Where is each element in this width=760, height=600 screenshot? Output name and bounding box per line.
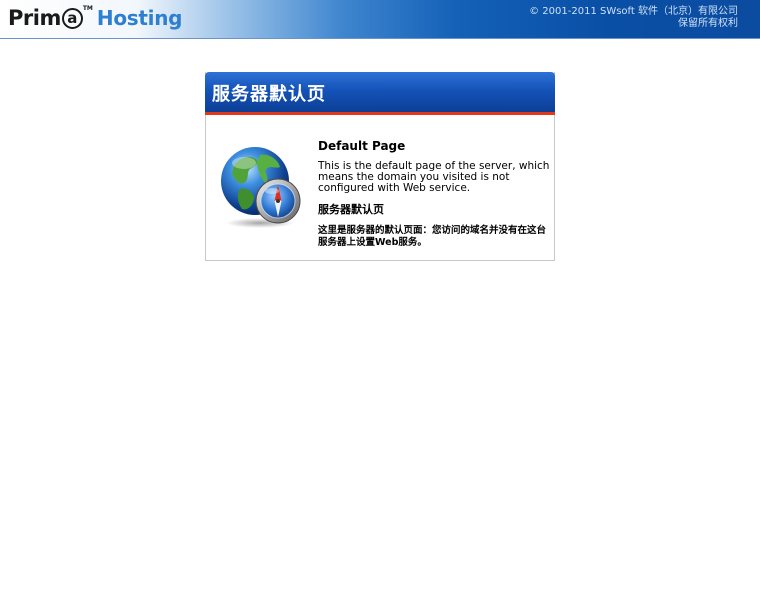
- globe-compass-icon: [220, 145, 302, 229]
- logo-a-circle: a: [61, 7, 83, 29]
- chinese-description: 这里是服务器的默认页面：您访问的域名并没有在这台服务器上设置Web服务。: [318, 225, 547, 248]
- panel-body: Default Page This is the default page of…: [206, 115, 554, 260]
- english-heading: Default Page: [318, 139, 406, 153]
- chinese-heading: 服务器默认页: [318, 203, 384, 216]
- header-banner: Prim a TM Hosting © 2001-2011 SWsoft 软件（…: [0, 0, 760, 39]
- panel-header: 服务器默认页: [205, 72, 555, 112]
- logo-prima-text: Prim: [8, 6, 61, 30]
- prima-hosting-logo: Prim a TM Hosting: [8, 3, 182, 33]
- copyright-line-2: 保留所有权利: [678, 18, 738, 29]
- default-page-panel: 服务器默认页 Default Page This is the default …: [205, 72, 555, 261]
- english-description: This is the default page of the server, …: [318, 160, 550, 194]
- panel-title: 服务器默认页: [212, 84, 326, 105]
- copyright-notice: © 2001-2011 SWsoft 软件（北京）有限公司 保留所有权利: [529, 6, 738, 30]
- logo-hosting-text: Hosting: [96, 6, 183, 30]
- copyright-line-1: © 2001-2011 SWsoft 软件（北京）有限公司: [529, 6, 738, 17]
- logo-trademark: TM: [82, 5, 93, 12]
- panel-content: Default Page This is the default page of…: [318, 139, 550, 249]
